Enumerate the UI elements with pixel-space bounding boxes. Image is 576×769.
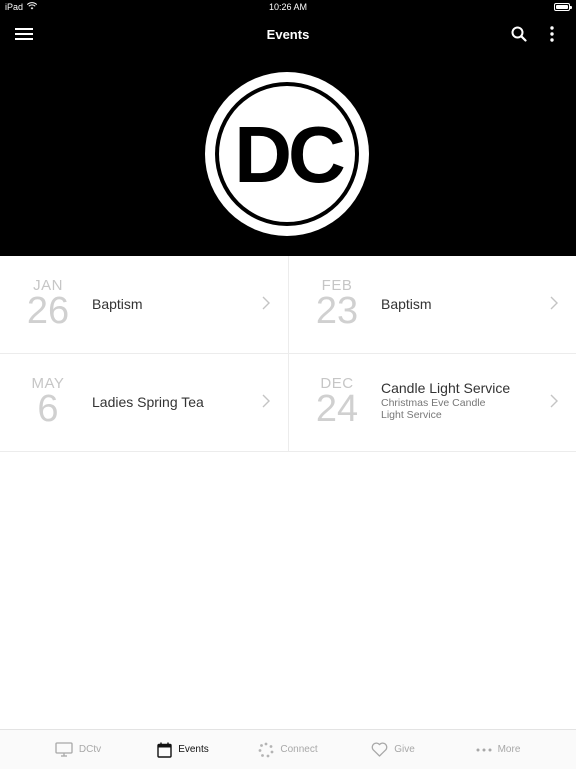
event-day: 23 [315,290,359,332]
event-item[interactable]: DEC 24 Candle Light Service Christmas Ev… [288,354,576,451]
tv-icon [55,742,73,757]
events-row: JAN 26 Baptism FEB 23 Baptism [0,256,576,354]
tab-label: Give [394,744,415,755]
events-row: MAY 6 Ladies Spring Tea DEC 24 Candle Li… [0,354,576,452]
hero-banner: DC [0,52,576,256]
chevron-right-icon [262,296,270,310]
events-grid: JAN 26 Baptism FEB 23 Baptism MAY 6 Ladi… [0,256,576,452]
event-item[interactable]: JAN 26 Baptism [0,256,288,353]
search-icon [511,26,527,42]
tab-label: More [497,744,521,755]
heart-icon [371,742,388,757]
tab-label: Connect [280,744,318,755]
event-day: 6 [37,388,59,430]
page-title: Events [266,27,310,42]
event-subtitle: Christmas Eve Candle Light Service [381,397,486,421]
event-title: Baptism [381,296,432,312]
chevron-right-icon [550,394,558,408]
tab-label: Events [178,744,209,755]
event-title: Ladies Spring Tea [92,394,204,410]
search-button[interactable] [507,22,531,46]
connect-icon [258,742,274,757]
event-item[interactable]: FEB 23 Baptism [288,256,576,353]
more-dots-icon [476,748,492,751]
event-title: Baptism [92,296,143,312]
tab-events[interactable]: Events [131,742,236,758]
tab-connect[interactable]: Connect [236,742,341,758]
calendar-icon [157,742,172,758]
tab-more[interactable]: More [446,744,551,755]
tab-label: DCtv [78,744,102,755]
tab-bar: DCtv Events Connect Give More [0,729,576,769]
battery-icon [554,3,572,11]
tab-give[interactable]: Give [341,742,446,757]
event-item[interactable]: MAY 6 Ladies Spring Tea [0,354,288,451]
vertical-dots-icon [550,26,554,42]
status-bar: iPad 10:26 AM [0,0,576,16]
event-day: 26 [26,290,70,332]
tab-dctv[interactable]: DCtv [26,742,131,757]
event-title: Candle Light Service [381,380,511,396]
church-logo: DC [205,72,369,236]
overflow-menu-button[interactable] [540,22,564,46]
logo-text: DC [234,110,344,199]
status-time: 10:26 AM [268,2,308,12]
chevron-right-icon [262,394,270,408]
chevron-right-icon [550,296,558,310]
nav-bar: Events [0,16,576,52]
event-day: 24 [315,388,359,430]
